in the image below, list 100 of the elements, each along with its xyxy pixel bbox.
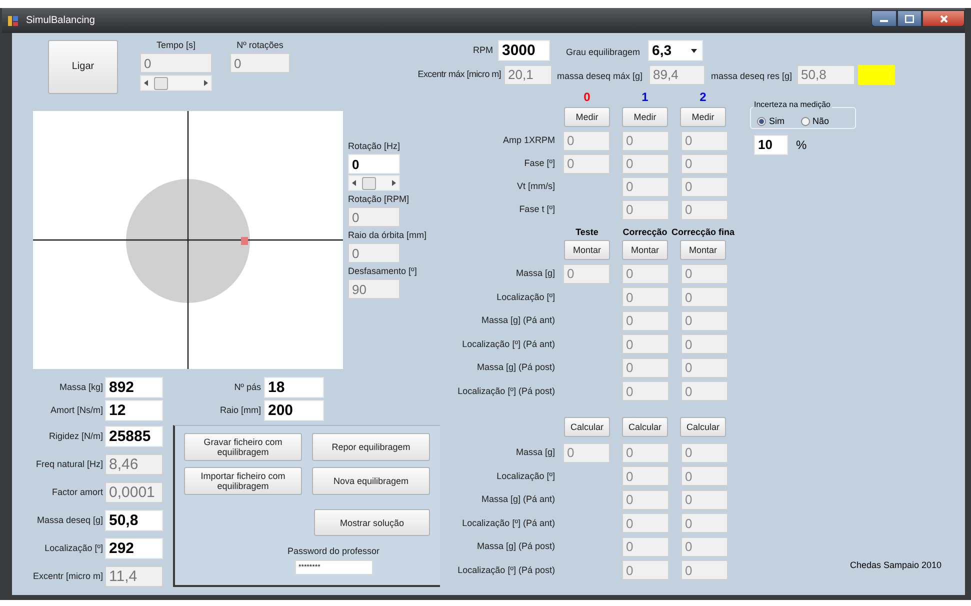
output-field: 0 [681, 466, 728, 486]
column-header: Teste [576, 228, 598, 237]
column-number: 1 [642, 91, 648, 103]
push-button[interactable]: Mostrar solução [314, 509, 430, 536]
left-arrow-icon[interactable] [352, 180, 356, 186]
output-field: 0 [681, 310, 728, 331]
column-number: 2 [700, 91, 706, 103]
text-field[interactable]: 18 [264, 377, 324, 398]
field-label: Tempo [s] [156, 40, 196, 51]
push-button[interactable]: Importar ficheiro com equilibragem [184, 467, 302, 495]
minimize-button[interactable] [871, 10, 897, 27]
field-label: Amp 1XRPM [502, 135, 555, 146]
close-button[interactable] [922, 10, 965, 27]
push-button[interactable]: Ligar [48, 40, 118, 94]
output-field: 0 [681, 200, 728, 220]
scrollbar-thumb[interactable] [362, 176, 376, 190]
text-field[interactable]: 90 [348, 279, 400, 299]
field-label: Grau equilibragem [566, 46, 640, 56]
text-field[interactable]: 0,0001 [105, 482, 163, 502]
output-field: 0 [681, 358, 728, 378]
radio-option[interactable]: Sim [757, 117, 784, 126]
push-button[interactable]: Medir [564, 106, 610, 126]
app-icon [8, 16, 18, 26]
caret-icon [691, 48, 698, 52]
radio-button[interactable] [757, 117, 766, 126]
text-field[interactable]: 0 [140, 53, 212, 73]
text-field[interactable]: 12 [105, 400, 163, 421]
output-field: 0 [622, 264, 669, 284]
push-button[interactable]: Repor equilibragem [312, 433, 430, 461]
column-number: 0 [584, 91, 590, 103]
text-field[interactable]: 892 [105, 377, 163, 398]
output-field: 0 [681, 381, 728, 402]
push-button[interactable]: Montar [680, 240, 726, 260]
field-label: Excentr máx [micro m] [418, 69, 501, 80]
text-field[interactable]: 25885 [105, 426, 163, 446]
output-field: 0 [681, 287, 728, 308]
field-label: Excentr [micro m] [32, 570, 103, 582]
push-button[interactable]: Calcular [680, 416, 726, 436]
push-button[interactable]: Montar [622, 240, 668, 260]
column-header: Correcção [622, 228, 668, 237]
scrollbar[interactable] [140, 75, 212, 91]
output-field: 0 [622, 536, 669, 557]
output-field: 0 [681, 154, 728, 174]
field-label: Localização [º] (Pá ant) [462, 338, 555, 350]
field-label: Massa [g] (Pá post) [476, 362, 555, 374]
output-field: 0 [622, 358, 669, 378]
text-field[interactable]: 89,4 [649, 64, 705, 84]
field-label: Localização [º] [496, 292, 555, 303]
push-button[interactable]: Montar [564, 240, 610, 260]
field-label: Raio [mm] [220, 405, 261, 416]
field-label: Localização [º] (Pá post) [458, 564, 555, 576]
push-button[interactable]: Calcular [622, 416, 668, 436]
output-field: 0 [622, 334, 669, 354]
grade-dropdown[interactable]: 6,3 [648, 40, 704, 61]
field-label: RPM [473, 45, 493, 56]
text-field[interactable]: 200 [264, 400, 324, 421]
field-label: Localização [º] [496, 470, 555, 482]
push-button[interactable]: Gravar ficheiro com equilibragem [184, 433, 302, 461]
output-field: 0 [622, 200, 669, 220]
field-label: Factor amort [52, 486, 103, 498]
scrollbar-thumb[interactable] [154, 76, 168, 90]
push-button[interactable]: Medir [680, 106, 726, 126]
output-field: 0 [622, 560, 669, 580]
radio-button[interactable] [800, 117, 810, 126]
field-label: Massa [g] [516, 447, 555, 458]
output-field: 0 [622, 176, 669, 196]
push-button[interactable]: Calcular [564, 416, 610, 436]
text-field[interactable]: 0 [348, 243, 400, 263]
maximize-button[interactable] [897, 10, 922, 27]
text-field[interactable]: 0 [348, 207, 400, 227]
text-field[interactable]: 0 [230, 53, 290, 73]
unit-label: % [796, 137, 807, 154]
text-field[interactable]: 292 [105, 538, 163, 558]
field-label: Amort [Ns/m] [50, 405, 103, 416]
text-field[interactable]: 20,1 [504, 64, 552, 84]
field-label: Massa [g] (Pá ant) [481, 315, 555, 326]
output-field: 0 [681, 490, 728, 510]
uncertainty-field[interactable]: 10 [754, 135, 788, 155]
scrollbar[interactable] [348, 175, 400, 191]
field-label: Nº rotações [236, 40, 284, 51]
text-field[interactable]: 11,4 [105, 566, 163, 586]
text-field[interactable]: 3000 [498, 40, 550, 61]
text-field[interactable]: 50,8 [105, 510, 163, 530]
group-title: Incerteza na medição [753, 101, 832, 109]
right-arrow-icon[interactable] [204, 80, 208, 86]
radio-option[interactable]: Não [800, 117, 830, 126]
push-button[interactable]: Nova equilibragem [312, 467, 430, 495]
text-field[interactable]: 0 [348, 154, 400, 174]
field-label: Massa deseq [g] [36, 514, 103, 526]
text-field[interactable]: 8,46 [105, 454, 163, 474]
text-field[interactable]: 50,8 [797, 64, 855, 84]
field-label: Massa [g] (Pá ant) [481, 494, 555, 506]
field-label: Massa [kg] [59, 382, 103, 393]
output-field: 0 [622, 154, 669, 174]
output-field: 0 [622, 130, 669, 150]
left-arrow-icon[interactable] [144, 80, 148, 86]
radio-label: Sim [769, 117, 784, 126]
push-button[interactable]: Medir [622, 106, 668, 126]
field-label: Localização [º] [44, 542, 103, 554]
right-arrow-icon[interactable] [392, 180, 396, 186]
